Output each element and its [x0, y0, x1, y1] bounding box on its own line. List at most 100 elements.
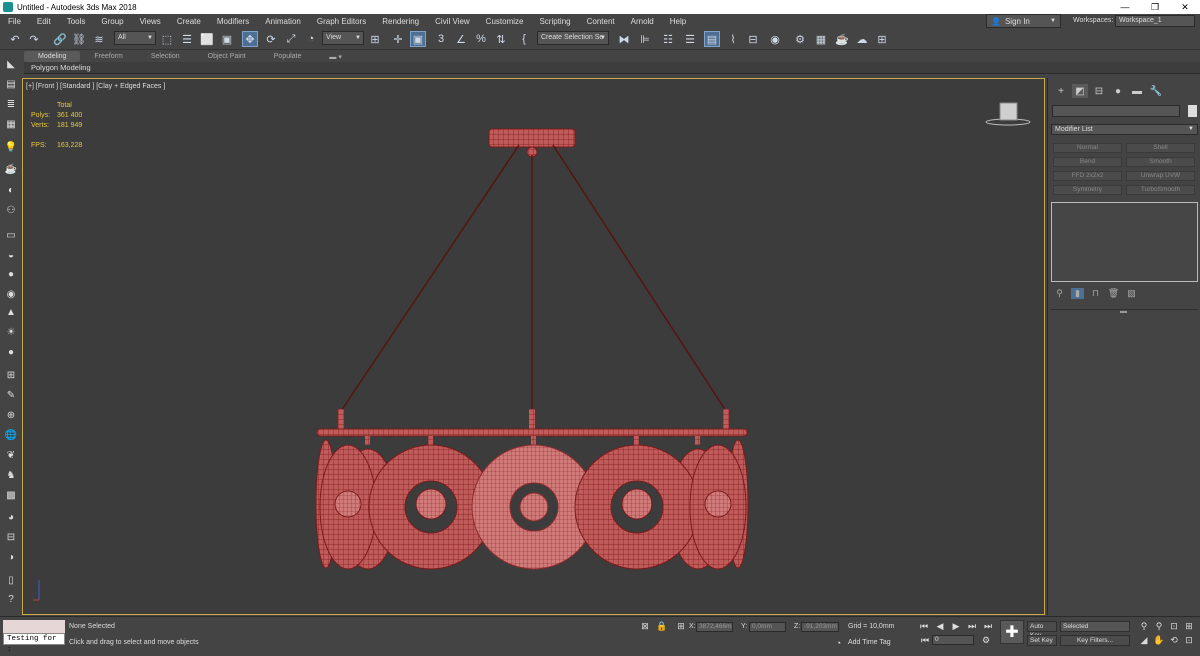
- people-icon[interactable]: ⚇: [3, 203, 19, 217]
- modifier-turbosmooth-button[interactable]: TurboSmooth: [1126, 185, 1195, 195]
- tab-freeform[interactable]: Freeform: [80, 53, 136, 60]
- keyboard-shortcut-override-icon[interactable]: ▣: [410, 31, 426, 47]
- workspace-dropdown[interactable]: Workspace_1: [1115, 15, 1195, 27]
- menu-views[interactable]: Views: [132, 17, 169, 26]
- modifier-list-dropdown[interactable]: Modifier List ▼: [1051, 124, 1198, 135]
- object-name-field[interactable]: [1052, 105, 1180, 117]
- panel-grip-icon[interactable]: ▬: [1120, 308, 1127, 315]
- menu-graph-editors[interactable]: Graph Editors: [309, 17, 374, 26]
- percent-snap-icon[interactable]: %: [473, 31, 489, 47]
- rod-left[interactable]: [338, 409, 344, 431]
- maxscript-listener-top[interactable]: [3, 620, 65, 634]
- reference-coordinate-dropdown[interactable]: View ▼: [322, 31, 364, 45]
- absolute-mode-icon[interactable]: ⊞: [675, 621, 687, 632]
- plane-icon[interactable]: ▭: [3, 228, 19, 242]
- select-and-place-icon[interactable]: ◔: [303, 31, 319, 47]
- network-icon[interactable]: ⊕: [3, 408, 19, 422]
- menu-help[interactable]: Help: [662, 17, 694, 26]
- select-object-icon[interactable]: ⬚: [159, 31, 175, 47]
- mirror-icon[interactable]: ⧓: [616, 31, 632, 47]
- link-icon[interactable]: 🔗: [52, 31, 68, 47]
- hierarchy-tab-icon[interactable]: ⊟: [1091, 84, 1107, 98]
- previous-frame-icon[interactable]: ◀︎: [934, 621, 946, 632]
- zoom-extents-icon[interactable]: ⊡: [1168, 621, 1180, 632]
- phone-icon[interactable]: ▯: [3, 573, 19, 587]
- modifier-unwrap-uvw-button[interactable]: Unwrap UVW: [1126, 171, 1195, 181]
- modifier-smooth-button[interactable]: Smooth: [1126, 157, 1195, 167]
- disk-right-inner[interactable]: [574, 444, 700, 570]
- rotate-view-icon[interactable]: ◐: [3, 183, 19, 197]
- cable-right[interactable]: [552, 144, 727, 412]
- pan-view-icon[interactable]: ✋: [1153, 635, 1165, 646]
- layer-icon[interactable]: ≣: [3, 97, 19, 111]
- tab-selection[interactable]: Selection: [137, 53, 194, 60]
- modifier-ffd-button[interactable]: FFD 2x2x2: [1053, 171, 1122, 181]
- menu-animation[interactable]: Animation: [257, 17, 309, 26]
- key-mode-icon[interactable]: ⏮: [919, 635, 931, 646]
- modifier-normal-button[interactable]: Normal: [1053, 143, 1122, 153]
- schematic-view-icon[interactable]: ⊟: [745, 31, 761, 47]
- rod-center[interactable]: [529, 409, 535, 431]
- remove-modifier-icon[interactable]: 🗑: [1107, 288, 1120, 299]
- sign-in-button[interactable]: 👤 Sign In ▼: [986, 14, 1061, 28]
- select-by-name-icon[interactable]: ☰: [179, 31, 195, 47]
- modifier-shell-button[interactable]: Shell: [1126, 143, 1195, 153]
- toggle-scene-explorer-icon[interactable]: ☷: [660, 31, 676, 47]
- modifier-symmetry-button[interactable]: Symmetry: [1053, 185, 1122, 195]
- eye-icon[interactable]: ◉: [3, 287, 19, 301]
- menu-tools[interactable]: Tools: [59, 17, 94, 26]
- create-tab-icon[interactable]: +: [1053, 84, 1069, 98]
- material-editor-icon[interactable]: ◉: [767, 31, 783, 47]
- online-media-icon[interactable]: ⊞: [874, 31, 890, 47]
- help-icon[interactable]: ?: [3, 592, 19, 606]
- chandelier-ring[interactable]: [316, 428, 748, 437]
- angle-snap-icon[interactable]: ∠: [453, 31, 469, 47]
- auto-key-button[interactable]: Auto Key: [1027, 621, 1057, 639]
- animal-icon[interactable]: ♞: [3, 468, 19, 482]
- pivot-center-icon[interactable]: ⊞: [367, 31, 383, 47]
- disk-right[interactable]: [689, 444, 747, 570]
- spinner-snap-icon[interactable]: ⇅: [493, 31, 509, 47]
- curve-editor-icon[interactable]: ⌇: [725, 31, 741, 47]
- cone-icon[interactable]: ▲: [3, 305, 19, 319]
- paint-icon[interactable]: ✎: [3, 388, 19, 402]
- sphere-icon[interactable]: ●: [3, 267, 19, 281]
- zoom-extents-all-icon[interactable]: ⊞: [1183, 621, 1195, 632]
- rectangular-selection-icon[interactable]: ⬜: [199, 31, 215, 47]
- edit-named-selection-icon[interactable]: {: [516, 31, 532, 47]
- unlink-icon[interactable]: ⛓: [71, 31, 87, 47]
- show-end-result-icon[interactable]: ▮: [1071, 288, 1084, 299]
- grid-icon[interactable]: ⊞: [3, 368, 19, 382]
- render-setup-icon[interactable]: ⚙: [792, 31, 808, 47]
- menu-file[interactable]: File: [0, 17, 29, 26]
- y-coordinate-field[interactable]: 0,0mm: [749, 622, 786, 632]
- hierarchy-icon[interactable]: ⊟: [3, 530, 19, 544]
- object-color-swatch[interactable]: [1188, 105, 1197, 117]
- toggle-ribbon-icon[interactable]: ▤: [704, 31, 720, 47]
- named-selection-dropdown[interactable]: Create Selection Se ▼: [537, 31, 609, 45]
- add-time-tag[interactable]: Add Time Tag: [848, 639, 891, 646]
- set-keys-button[interactable]: ✚: [1000, 620, 1024, 644]
- go-to-start-icon[interactable]: ⏮: [918, 621, 930, 632]
- play-icon[interactable]: ▶: [950, 621, 962, 632]
- menu-create[interactable]: Create: [169, 17, 209, 26]
- utilities-tab-icon[interactable]: 🔧: [1148, 84, 1164, 98]
- field-of-view-icon[interactable]: ◢: [1138, 635, 1150, 646]
- cable-left[interactable]: [340, 144, 520, 412]
- current-frame-field[interactable]: 0: [932, 635, 974, 645]
- orbit-icon[interactable]: ⟲: [1168, 635, 1180, 646]
- zoom-icon[interactable]: ⚲: [1138, 621, 1150, 632]
- x-coordinate-field[interactable]: 3872,466m: [696, 622, 733, 632]
- key-filters-button[interactable]: Key Filters...: [1060, 635, 1130, 646]
- ribbon-options-icon[interactable]: ▬ ▾: [315, 53, 355, 61]
- hemisphere-icon[interactable]: ◒: [3, 248, 19, 262]
- motion-tab-icon[interactable]: ●: [1110, 84, 1126, 98]
- leaf-icon[interactable]: ❦: [3, 448, 19, 462]
- menu-group[interactable]: Group: [93, 17, 131, 26]
- menu-scripting[interactable]: Scripting: [531, 17, 578, 26]
- menu-modifiers[interactable]: Modifiers: [209, 17, 257, 26]
- front-viewport[interactable]: [+] [Front ] [Standard ] [Clay + Edged F…: [22, 78, 1045, 615]
- select-and-move-icon[interactable]: ✥: [242, 31, 258, 47]
- viewport-layout-icon[interactable]: ◣: [3, 57, 19, 71]
- select-and-rotate-icon[interactable]: ⟳: [263, 31, 279, 47]
